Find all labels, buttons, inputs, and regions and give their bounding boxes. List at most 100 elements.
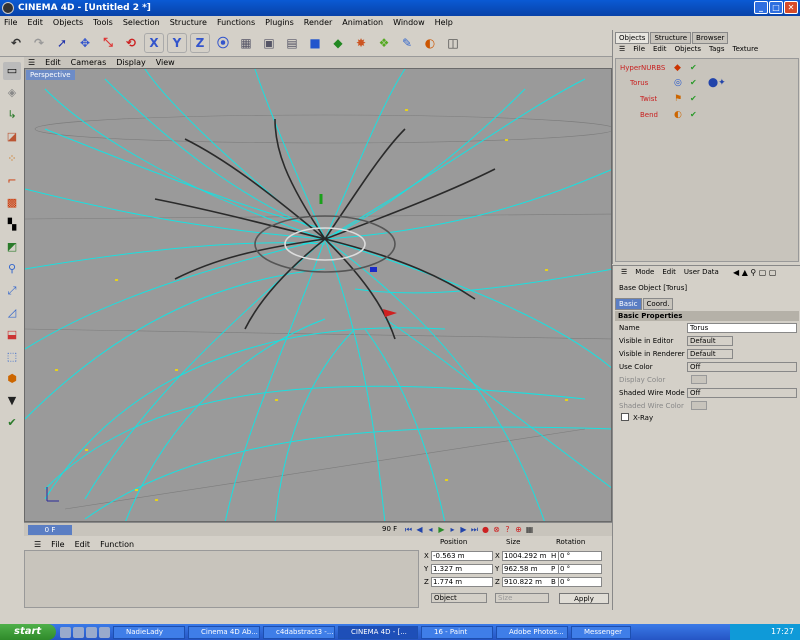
am-menu-icon[interactable]: ☰ (621, 268, 627, 276)
render-settings-icon[interactable]: ▤ (282, 33, 302, 53)
menu-file[interactable]: File (4, 18, 17, 27)
undo-icon[interactable]: ↶ (6, 33, 26, 53)
minimize-button[interactable]: _ (754, 1, 768, 14)
task-c4dabstract3[interactable]: c4dabstract3 -... (263, 625, 335, 639)
goto-start-icon[interactable]: ⏮ (404, 524, 413, 535)
play-icon[interactable]: ▶ (437, 524, 446, 535)
mat-menu-edit[interactable]: Edit (75, 540, 91, 549)
visible-renderer-select[interactable]: Default (687, 349, 733, 359)
z-axis-icon[interactable]: Z (190, 32, 210, 53)
om-menu-tags[interactable]: Tags (709, 45, 725, 53)
camera-icon[interactable]: ◫ (443, 33, 463, 53)
render-picture-icon[interactable]: ▣ (259, 33, 279, 53)
quicklaunch-icon[interactable] (99, 626, 110, 638)
quicklaunch-icon[interactable] (73, 626, 84, 638)
menu-selection[interactable]: Selection (123, 18, 160, 27)
points-mode-icon[interactable]: ⁘ (3, 150, 21, 168)
menu-structure[interactable]: Structure (170, 18, 207, 27)
task-messenger[interactable]: Messenger (571, 625, 631, 639)
pointer-icon[interactable]: ➚ (52, 33, 72, 53)
tab-objects[interactable]: Objects (615, 32, 650, 44)
model-mode-icon[interactable]: ◈ (3, 84, 21, 102)
om-menu-objects[interactable]: Objects (675, 45, 701, 53)
world-icon[interactable]: ⦿ (213, 33, 233, 53)
checker-icon[interactable]: ▚ (3, 216, 21, 234)
next-key-icon[interactable]: ▶ (459, 524, 468, 535)
texture-mode-icon[interactable]: ◪ (3, 128, 21, 146)
menu-render[interactable]: Render (304, 18, 332, 27)
current-frame[interactable]: 0 F (28, 525, 72, 535)
prev-frame-icon[interactable]: ◂ (426, 524, 435, 535)
task-photoshop[interactable]: Adobe Photos... (496, 625, 568, 639)
enabled-check-icon[interactable]: ✔ (690, 110, 697, 119)
rot-h-field[interactable]: 0 ° (558, 551, 602, 561)
shaded-wire-color-swatch[interactable] (691, 401, 707, 410)
mat-menu-file[interactable]: File (51, 540, 64, 549)
tab-coord[interactable]: Coord. (642, 298, 674, 310)
om-menu-edit[interactable]: Edit (653, 45, 667, 53)
render-view-icon[interactable]: ▦ (236, 33, 256, 53)
am-menu-edit[interactable]: Edit (662, 268, 676, 276)
mat-menu-function[interactable]: Function (100, 540, 134, 549)
am-menu-mode[interactable]: Mode (635, 268, 654, 276)
tree-item-twist[interactable]: Twist (640, 95, 657, 103)
vp-menu-edit[interactable]: Edit (45, 58, 61, 67)
display-color-swatch[interactable] (691, 375, 707, 384)
am-menu-userdata[interactable]: User Data (684, 268, 719, 276)
material-manager-area[interactable] (24, 550, 419, 608)
script-icon[interactable]: ✔ (3, 414, 21, 432)
attribute-nav-icons[interactable]: ◀ ▲ ⚲ ▢ ▢ (733, 268, 776, 277)
move-icon[interactable]: ✥ (75, 33, 95, 53)
menu-functions[interactable]: Functions (217, 18, 255, 27)
pos-z-field[interactable]: 1.774 m (431, 577, 493, 587)
tab-browser[interactable]: Browser (692, 32, 729, 44)
xray-checkbox[interactable] (621, 413, 629, 421)
scale-icon[interactable]: ⤡ (98, 33, 118, 53)
viewport-menu-icon[interactable]: ☰ (28, 58, 35, 67)
keyframe-icon[interactable]: ? (503, 524, 512, 535)
brush-icon[interactable]: ▼ (3, 392, 21, 410)
x-axis-icon[interactable]: X (144, 32, 164, 53)
menu-plugins[interactable]: Plugins (265, 18, 294, 27)
viewport-layout-icon[interactable]: ▭ (3, 62, 21, 80)
next-frame-icon[interactable]: ▸ (448, 524, 457, 535)
rot-b-field[interactable]: 0 ° (558, 577, 602, 587)
y-axis-icon[interactable]: Y (167, 32, 187, 53)
shaded-wire-mode-select[interactable]: Off (687, 388, 797, 398)
quicklaunch-icon[interactable] (86, 626, 97, 638)
tree-item-hypernurbs[interactable]: HyperNURBS (620, 64, 665, 72)
menu-edit[interactable]: Edit (27, 18, 43, 27)
close-button[interactable]: ✕ (784, 1, 798, 14)
timeline-grid-icon[interactable]: ▦ (525, 524, 534, 535)
menu-tools[interactable]: Tools (93, 18, 113, 27)
coord-mode-select[interactable]: Object (431, 593, 487, 603)
tweak-icon[interactable]: ⬚ (3, 348, 21, 366)
floor-icon[interactable]: ❖ (374, 33, 394, 53)
edges-mode-icon[interactable]: ⌐ (3, 172, 21, 190)
redo-icon[interactable]: ↷ (29, 33, 49, 53)
goto-end-icon[interactable]: ⏭ (470, 524, 479, 535)
task-paint[interactable]: 16 - Paint (421, 625, 493, 639)
size-mode-select[interactable]: Size (495, 593, 549, 603)
light-icon[interactable]: ✎ (397, 33, 417, 53)
paint-icon[interactable]: ⬢ (3, 370, 21, 388)
tree-item-torus[interactable]: Torus (630, 79, 648, 87)
menu-animation[interactable]: Animation (342, 18, 383, 27)
bone-icon[interactable]: ⚲ (3, 260, 21, 278)
workplane-icon[interactable]: ◿ (3, 304, 21, 322)
pos-y-field[interactable]: 1.327 m (431, 564, 493, 574)
visible-editor-select[interactable]: Default (687, 336, 733, 346)
autokey-icon[interactable]: ⊗ (492, 524, 501, 535)
system-tray-clock[interactable]: 17:27 (730, 624, 800, 640)
use-color-select[interactable]: Off (687, 362, 797, 372)
prev-key-icon[interactable]: ◀ (415, 524, 424, 535)
om-menu-texture[interactable]: Texture (733, 45, 759, 53)
tab-structure[interactable]: Structure (650, 32, 692, 44)
start-button[interactable]: start (0, 624, 56, 640)
deformer-icon[interactable]: ◐ (420, 33, 440, 53)
tab-basic[interactable]: Basic (615, 298, 642, 310)
menu-window[interactable]: Window (393, 18, 425, 27)
tree-item-bend[interactable]: Bend (640, 111, 658, 119)
texture-axis-icon[interactable]: ◩ (3, 238, 21, 256)
snap-icon[interactable]: ⤢ (3, 282, 21, 300)
